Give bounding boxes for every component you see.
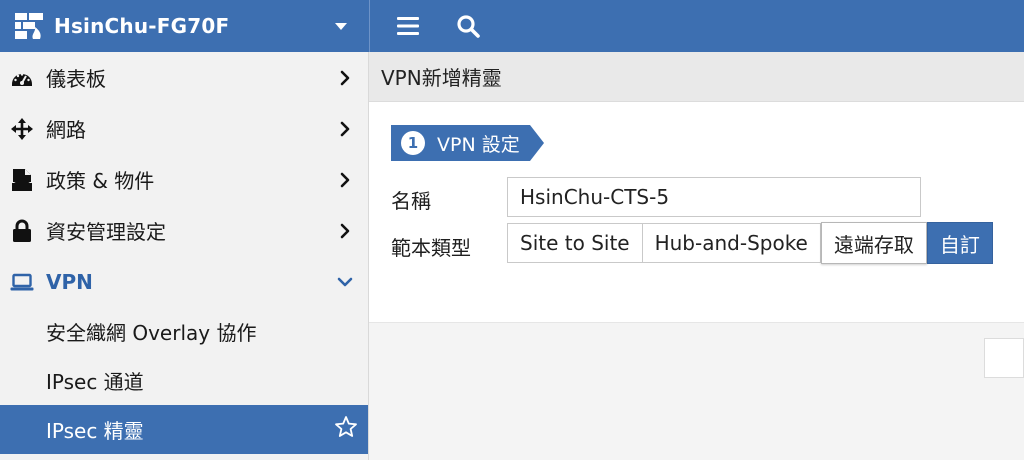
- step-number: 1: [401, 131, 425, 155]
- sidebar-subitem-label: IPsec 精靈: [46, 419, 144, 443]
- device-name: HsinChu-FG70F: [54, 14, 230, 38]
- chevron-right-icon: [334, 118, 356, 140]
- chevron-right-icon: [334, 169, 356, 191]
- name-label: 名稱: [391, 189, 431, 213]
- lock-icon: [10, 219, 34, 243]
- sidebar-subitem-ipsec-tunnels[interactable]: IPsec 通道: [0, 356, 368, 405]
- star-icon[interactable]: [334, 415, 358, 444]
- page-title: VPN新增精靈: [369, 52, 1024, 102]
- footer-button[interactable]: [984, 338, 1024, 378]
- sidebar-subitem-ipsec-wizard[interactable]: IPsec 精靈: [0, 405, 368, 454]
- template-type-selector: Site to Site Hub-and-Spoke 遠端存取 自訂: [507, 222, 993, 264]
- laptop-icon: [10, 270, 34, 294]
- wizard-footer: [369, 322, 1024, 460]
- sidebar-nav: 儀表板 網路 政策 & 物件 資安管理設定 VPN 安全織網 Overlay 協…: [0, 52, 369, 460]
- template-option-site-to-site[interactable]: Site to Site: [507, 223, 643, 263]
- template-type-label: 範本類型: [391, 236, 471, 260]
- sidebar-item-label: 政策 & 物件: [46, 169, 155, 193]
- template-option-remote-access[interactable]: 遠端存取: [820, 222, 927, 264]
- sidebar-item-label: 儀表板: [46, 67, 106, 91]
- network-arrows-icon: [10, 117, 34, 141]
- hamburger-icon[interactable]: [388, 6, 428, 46]
- sidebar-item-security-profiles[interactable]: 資安管理設定: [0, 205, 368, 256]
- chevron-right-icon: [334, 67, 356, 89]
- name-field[interactable]: [507, 177, 921, 217]
- sidebar-item-label: 網路: [46, 118, 86, 142]
- chevron-right-icon: [334, 220, 356, 242]
- sidebar-item-label: 資安管理設定: [46, 220, 166, 244]
- step-label: VPN 設定: [437, 133, 520, 156]
- template-option-hub-and-spoke[interactable]: Hub-and-Spoke: [642, 223, 821, 263]
- sidebar-subitem-label: 安全織網 Overlay 協作: [46, 321, 257, 345]
- sidebar-item-network[interactable]: 網路: [0, 103, 368, 154]
- main-content: VPN新增精靈 1 VPN 設定 名稱 範本類型 Site to Site Hu…: [369, 52, 1024, 460]
- sidebar-subitem-overlay[interactable]: 安全織網 Overlay 協作: [0, 307, 368, 356]
- sidebar-item-label: VPN: [46, 269, 93, 294]
- sidebar-item-dashboard[interactable]: 儀表板: [0, 52, 368, 103]
- dashboard-icon: [10, 66, 34, 90]
- chevron-down-icon: [334, 271, 356, 293]
- sidebar-item-policy-objects[interactable]: 政策 & 物件: [0, 154, 368, 205]
- device-selector[interactable]: HsinChu-FG70F: [0, 0, 369, 52]
- top-header: HsinChu-FG70F: [0, 0, 1024, 52]
- sidebar-item-vpn[interactable]: VPN: [0, 256, 368, 307]
- search-icon[interactable]: [448, 6, 488, 46]
- template-option-custom[interactable]: 自訂: [926, 222, 993, 264]
- fortigate-logo-icon: [14, 12, 44, 40]
- header-toolbar: [370, 0, 1024, 52]
- policy-document-icon: [10, 168, 34, 192]
- chevron-down-icon[interactable]: [335, 22, 347, 30]
- sidebar-subitem-label: IPsec 通道: [46, 370, 144, 394]
- wizard-step-indicator: 1 VPN 設定: [391, 125, 544, 161]
